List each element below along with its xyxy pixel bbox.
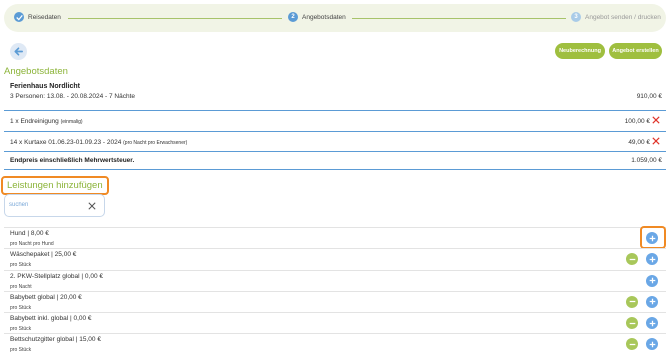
offer-item-text: 1 x Endreinigung (10, 118, 59, 125)
offer-item-text: 14 x Kurtaxe 01.06.23-01.09.23 - 2024 (10, 139, 122, 146)
recalculate-button[interactable]: Neuberechnung (555, 43, 605, 59)
service-name: Bettschutzgitter global | 15,00 € (10, 336, 101, 344)
step-number: 3 (571, 12, 581, 22)
service-list: Hund | 8,00 € pro Nacht pro Hund Wäschep… (4, 226, 666, 355)
plus-icon (649, 235, 655, 241)
add-service-button[interactable] (646, 274, 658, 287)
accommodation-name: Ferienhaus Nordlicht (10, 83, 81, 90)
list-item: Babybett inkl. global | 0,00 € pro Stück (4, 312, 666, 333)
remove-service-button[interactable] (626, 317, 638, 330)
add-service-button[interactable] (646, 295, 658, 308)
plus-icon (649, 256, 655, 263)
offer-item-price: 49,00 € (628, 139, 650, 146)
offer-item-note: (einmalig) (60, 119, 83, 125)
service-unit: pro Stück (10, 347, 32, 354)
service-name: 2. PKW-Stellplatz global | 0,00 € (10, 272, 103, 280)
total-label: Endpreis einschließlich Mehrwertsteuer. (10, 157, 135, 164)
remove-icon[interactable] (652, 116, 660, 124)
section-title-leistungen: Leistungen hinzufügen (1, 176, 109, 195)
list-item: Wäschepaket | 25,00 € pro Stück (4, 248, 666, 269)
service-unit: pro Stück (10, 326, 32, 333)
minus-icon (629, 301, 635, 303)
minus-icon (629, 258, 635, 260)
service-unit: pro Nacht (10, 283, 32, 290)
add-service-button[interactable] (646, 338, 658, 351)
add-service-button[interactable] (646, 253, 658, 266)
divider (4, 151, 666, 152)
section-title-angebotsdaten: Angebotsdaten (4, 66, 68, 77)
step-connector (68, 18, 282, 19)
back-button[interactable] (10, 43, 27, 60)
remove-icon[interactable] (652, 137, 660, 145)
create-offer-button[interactable]: Angebot erstellen (609, 43, 662, 59)
search-input[interactable] (9, 202, 79, 208)
step-label: Reisedaten (28, 13, 61, 21)
total-price: 1.059,00 € (631, 157, 662, 164)
offer-item: 1 x Endreinigung (einmalig) (10, 118, 83, 125)
plus-icon (649, 277, 655, 284)
service-name: Hund | 8,00 € (10, 230, 49, 237)
offer-item: 14 x Kurtaxe 01.06.23-01.09.23 - 2024 (p… (10, 139, 187, 146)
list-item: 2. PKW-Stellplatz global | 0,00 € pro Na… (4, 269, 666, 291)
accommodation-price: 910,00 € (636, 93, 662, 100)
minus-icon (629, 322, 635, 324)
divider (4, 110, 666, 111)
step-angebot-senden[interactable]: 3 Angebot senden / drucken (571, 12, 661, 22)
progress-stepper: Reisedaten 2 Angebotsdaten 3 Angebot sen… (4, 4, 666, 32)
step-angebotsdaten[interactable]: 2 Angebotsdaten (288, 12, 346, 22)
service-unit: pro Nacht pro Hund (10, 241, 54, 247)
service-name: Babybett inkl. global | 0,00 € (10, 315, 92, 323)
remove-service-button[interactable] (626, 338, 638, 351)
add-service-button[interactable] (646, 317, 658, 330)
plus-icon (649, 320, 655, 326)
plus-icon (649, 341, 655, 348)
step-reisedaten[interactable]: Reisedaten (14, 12, 61, 22)
check-icon (14, 12, 24, 22)
service-name: Babybett global | 20,00 € (10, 293, 82, 301)
arrow-left-icon (14, 47, 23, 56)
clear-icon[interactable] (88, 202, 96, 210)
divider (4, 169, 666, 170)
remove-service-button[interactable] (626, 295, 638, 308)
remove-service-button[interactable] (626, 253, 638, 266)
offer-item-note: (pro Nacht pro Erwachsener) (123, 140, 188, 146)
accommodation-details: 3 Personen: 13.08. - 20.08.2024 - 7 Näch… (10, 93, 136, 100)
step-connector (352, 18, 566, 19)
service-unit: pro Stück (10, 262, 32, 269)
minus-icon (629, 343, 635, 346)
service-unit: pro Stück (10, 304, 32, 311)
step-label: Angebot senden / drucken (585, 13, 661, 21)
list-item: Bettschutzgitter global | 15,00 € pro St… (4, 333, 666, 354)
step-label: Angebotsdaten (302, 13, 346, 21)
plus-icon (649, 299, 655, 305)
divider (4, 131, 666, 132)
add-service-button[interactable] (646, 232, 658, 244)
service-name: Wäschepaket | 25,00 € (10, 251, 77, 259)
step-number: 2 (288, 12, 298, 22)
list-item: Hund | 8,00 € pro Nacht pro Hund (4, 226, 666, 249)
list-item: Babybett global | 20,00 € pro Stück (4, 290, 666, 312)
offer-item-price: 100,00 € (624, 118, 650, 125)
search-field (4, 194, 105, 217)
